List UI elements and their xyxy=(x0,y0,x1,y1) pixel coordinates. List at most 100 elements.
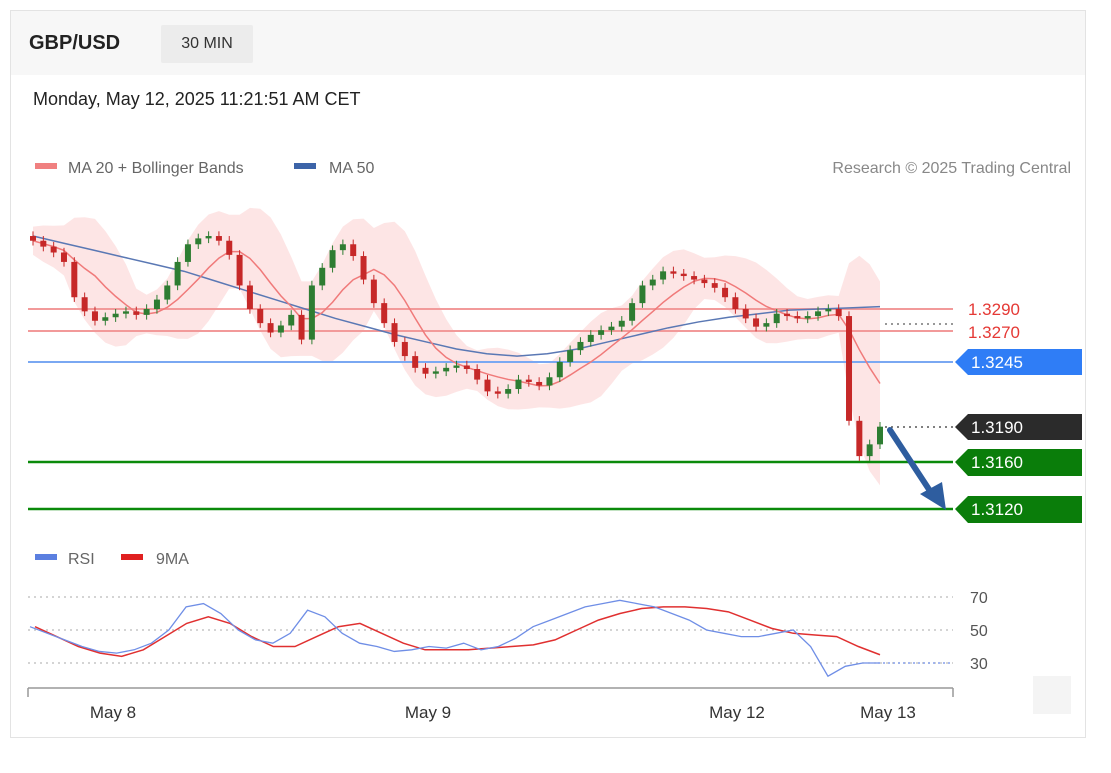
candle-body xyxy=(794,316,801,319)
candle-body xyxy=(536,381,543,386)
ma9-legend-label: 9MA xyxy=(156,551,189,568)
corner-button[interactable] xyxy=(1033,676,1071,714)
candle-body xyxy=(381,303,388,324)
candle-body xyxy=(680,273,687,277)
bollinger-band xyxy=(33,207,880,486)
candle-body xyxy=(257,309,264,324)
credit-text: Research © 2025 Trading Central xyxy=(832,160,1071,177)
candle-body xyxy=(742,309,749,319)
candle-body xyxy=(773,313,780,324)
candle-body xyxy=(505,389,512,394)
candle-body xyxy=(226,240,233,255)
candle-body xyxy=(350,244,357,257)
x-tick-may8: May 8 xyxy=(90,703,136,722)
level-tag-text-1-3120: 1.3120 xyxy=(971,500,1023,519)
candle-body xyxy=(494,391,501,394)
candle-body xyxy=(474,369,481,380)
candle-body xyxy=(598,330,605,335)
candle-body xyxy=(825,309,832,312)
rsi-tick-50: 50 xyxy=(970,623,988,640)
candle-body xyxy=(50,246,57,253)
x-tick-may13: May 13 xyxy=(860,703,916,722)
candle-body xyxy=(81,297,88,312)
candle-body xyxy=(463,365,470,370)
candle-body xyxy=(370,279,377,304)
candle-body xyxy=(102,317,109,321)
candle-body xyxy=(91,311,98,321)
candle-body xyxy=(422,367,429,374)
ma50-legend-label: MA 50 xyxy=(329,160,374,177)
candle-body xyxy=(856,420,863,457)
candle-body xyxy=(30,236,36,241)
candle-body xyxy=(122,311,129,314)
level-label-1-3270: 1.3270 xyxy=(968,323,1020,342)
level-tag-text-1-3245: 1.3245 xyxy=(971,353,1023,372)
candle-body xyxy=(298,314,305,340)
candle-body xyxy=(515,379,522,390)
candle-body xyxy=(112,313,119,318)
rsi-tick-70: 70 xyxy=(970,590,988,607)
candle-body xyxy=(691,276,698,280)
candle-body xyxy=(319,267,326,286)
candle-body xyxy=(846,316,853,421)
level-tag-1-3120: 1.3120 xyxy=(955,496,1082,523)
candle-body xyxy=(174,261,181,286)
candle-body xyxy=(71,261,78,298)
candle-body xyxy=(246,285,253,309)
candle-body xyxy=(722,287,729,298)
candle-body xyxy=(164,285,171,300)
candle-body xyxy=(484,379,491,392)
candle-body xyxy=(835,309,842,317)
candle-body xyxy=(60,252,67,262)
rsi-line xyxy=(29,599,880,678)
candle-body xyxy=(629,303,636,321)
candle-body xyxy=(546,377,553,386)
ma20-legend-swatch xyxy=(35,163,57,169)
candle-body xyxy=(556,361,563,378)
x-tick-may12: May 12 xyxy=(709,703,765,722)
candle-body xyxy=(184,244,191,262)
candle-body xyxy=(587,334,594,342)
candle-body xyxy=(670,271,677,274)
candle-body xyxy=(866,444,873,457)
candle-body xyxy=(443,367,450,372)
candle-body xyxy=(391,323,398,342)
candle-body xyxy=(525,379,532,382)
candle-body xyxy=(432,371,439,374)
candle-body xyxy=(608,326,615,331)
candle-body xyxy=(815,311,822,317)
candle-body xyxy=(133,311,140,315)
level-tag-1-3190: 1.3190 xyxy=(955,414,1082,440)
rsi-legend-swatch xyxy=(35,554,57,560)
candle-body xyxy=(660,271,667,280)
candle-body xyxy=(236,254,243,286)
candle-body xyxy=(732,297,739,309)
level-tag-text-1-3160: 1.3160 xyxy=(971,453,1023,472)
rsi-legend-label: RSI xyxy=(68,551,95,568)
level-tag-1-3245: 1.3245 xyxy=(955,349,1082,375)
candle-body xyxy=(701,279,708,284)
rsi-ma9-line xyxy=(34,606,881,658)
candle-body xyxy=(205,236,212,239)
candle-body xyxy=(567,350,574,362)
candle-body xyxy=(649,279,656,286)
candle-body xyxy=(412,356,419,368)
candle-body xyxy=(308,285,315,340)
candle-body xyxy=(215,236,222,241)
candle-body xyxy=(877,426,883,445)
candle-body xyxy=(40,240,47,247)
candle-body xyxy=(277,325,284,333)
candle-body xyxy=(784,313,791,317)
ma9-legend-swatch xyxy=(121,554,143,560)
candle-body xyxy=(195,238,202,245)
rsi-tick-30: 30 xyxy=(970,656,988,673)
candle-body xyxy=(153,299,160,309)
level-tag-text-1-3190: 1.3190 xyxy=(971,418,1023,437)
candle-body xyxy=(639,285,646,304)
candle-body xyxy=(360,256,367,280)
ma50-legend-swatch xyxy=(294,163,316,169)
candle-body xyxy=(329,250,336,268)
candle-body xyxy=(143,309,150,315)
price-chart: MA 20 + Bollinger Bands MA 50 Research ©… xyxy=(27,160,1082,722)
candle-body xyxy=(288,314,295,326)
